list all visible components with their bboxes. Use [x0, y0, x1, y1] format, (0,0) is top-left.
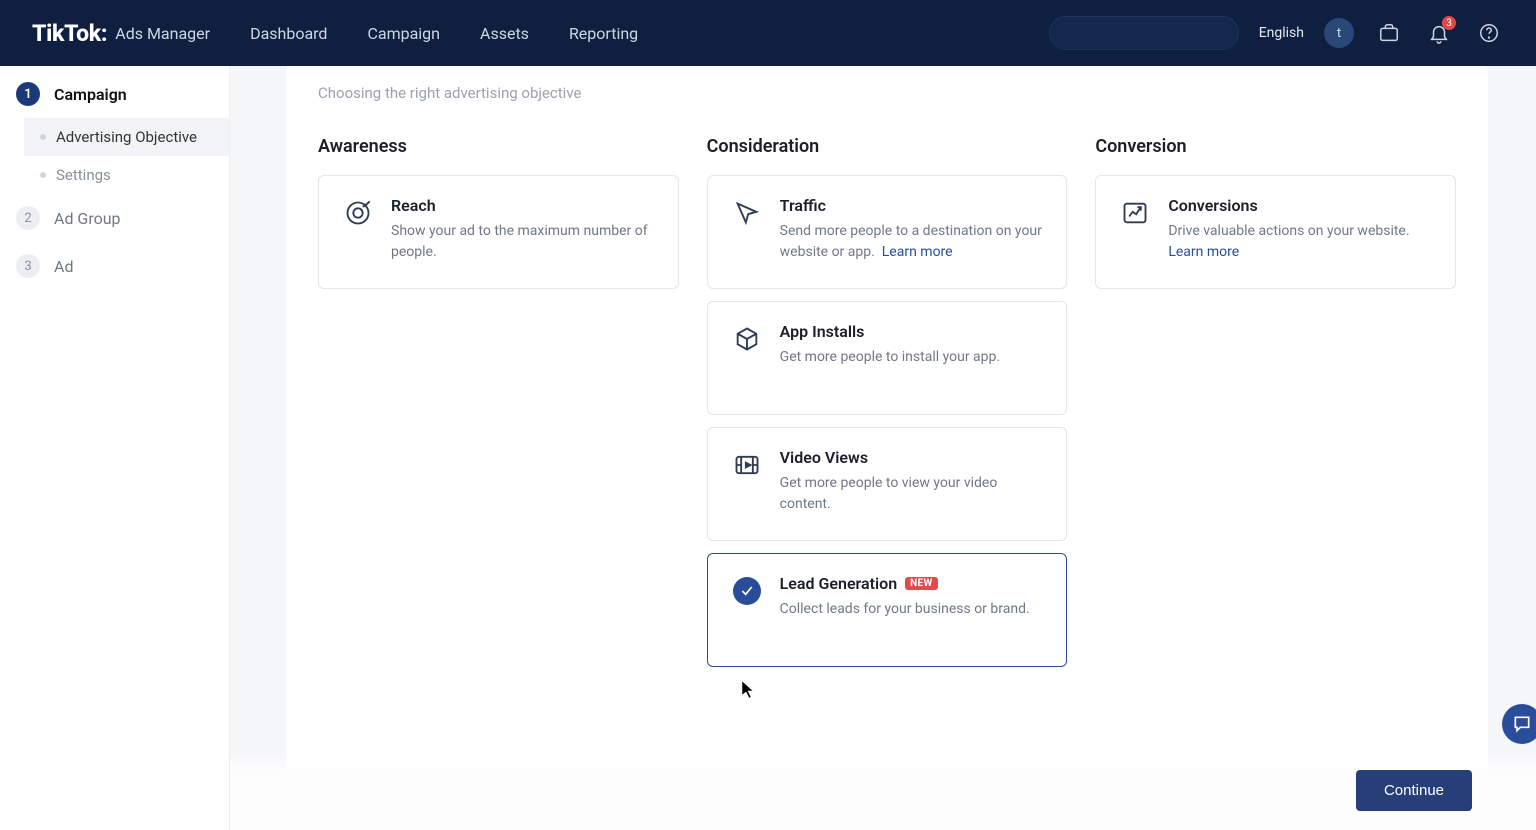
step-ad-group-label: Ad Group	[54, 209, 121, 228]
app-header: TikTok: Ads Manager Dashboard Campaign A…	[0, 0, 1536, 66]
step-ad-group[interactable]: 2 Ad Group	[0, 194, 229, 242]
nav-campaign[interactable]: Campaign	[367, 24, 440, 43]
card-desc: Show your ad to the maximum number of pe…	[391, 221, 658, 263]
column-consideration: Consideration Traffic Send more people t…	[707, 136, 1068, 679]
card-title: Reach	[391, 196, 658, 215]
floating-help-button[interactable]	[1502, 704, 1536, 744]
footer: Continue	[230, 750, 1536, 830]
column-awareness: Awareness Reach Show your ad to the maxi…	[318, 136, 679, 679]
card-title: Traffic	[780, 196, 1047, 215]
notification-badge: 3	[1442, 16, 1456, 30]
brand: TikTok: Ads Manager	[32, 20, 210, 47]
nav-reporting[interactable]: Reporting	[569, 24, 638, 43]
substep-settings[interactable]: Settings	[24, 156, 229, 194]
card-traffic[interactable]: Traffic Send more people to a destinatio…	[707, 175, 1068, 289]
avatar[interactable]: t	[1324, 18, 1354, 48]
column-conversion: Conversion Conversions Drive valuable ac…	[1095, 136, 1456, 679]
learn-more-link[interactable]: Learn more	[882, 244, 953, 260]
brand-text: TikTok:	[32, 20, 107, 47]
step-campaign[interactable]: 1 Campaign	[0, 70, 229, 118]
heading-awareness: Awareness	[318, 136, 679, 157]
card-desc: Collect leads for your business or brand…	[780, 599, 1047, 620]
dot-icon	[40, 134, 46, 140]
header-right: English t 3	[1049, 16, 1504, 50]
new-badge: NEW	[905, 577, 937, 590]
card-desc: Get more people to install your app.	[780, 347, 1047, 368]
help-icon[interactable]	[1474, 18, 1504, 48]
card-title: Lead Generation NEW	[780, 574, 1047, 593]
sidebar: 1 Campaign Advertising Objective Setting…	[0, 66, 230, 830]
heading-consideration: Consideration	[707, 136, 1068, 157]
checkmark-circle-icon	[732, 576, 762, 606]
card-video-views[interactable]: Video Views Get more people to view your…	[707, 427, 1068, 541]
card-title: Conversions	[1168, 196, 1435, 215]
video-icon	[732, 450, 762, 480]
chart-icon	[1120, 198, 1150, 228]
nav-assets[interactable]: Assets	[480, 24, 529, 43]
continue-button[interactable]: Continue	[1356, 770, 1472, 811]
substep-advertising-objective[interactable]: Advertising Objective	[24, 118, 229, 156]
card-desc: Get more people to view your video conte…	[780, 473, 1047, 515]
card-title: Video Views	[780, 448, 1047, 467]
card-title: App Installs	[780, 322, 1047, 341]
card-lead-generation[interactable]: Lead Generation NEW Collect leads for yo…	[707, 553, 1068, 667]
page-subtitle: Choosing the right advertising objective	[318, 84, 1456, 102]
briefcase-icon[interactable]	[1374, 18, 1404, 48]
card-app-installs[interactable]: App Installs Get more people to install …	[707, 301, 1068, 415]
bell-icon[interactable]: 3	[1424, 18, 1454, 48]
brand-subtext: Ads Manager	[115, 24, 210, 43]
target-icon	[343, 198, 373, 228]
language-selector[interactable]: English	[1259, 25, 1304, 41]
box-icon	[732, 324, 762, 354]
step-ad[interactable]: 3 Ad	[0, 242, 229, 290]
card-desc: Send more people to a destination on you…	[780, 221, 1047, 263]
nav-dashboard[interactable]: Dashboard	[250, 24, 327, 43]
card-conversions[interactable]: Conversions Drive valuable actions on yo…	[1095, 175, 1456, 289]
cursor-icon	[732, 198, 762, 228]
main-panel: Choosing the right advertising objective…	[286, 66, 1488, 830]
dot-icon	[40, 172, 46, 178]
account-selector[interactable]	[1049, 16, 1239, 50]
top-nav: Dashboard Campaign Assets Reporting	[250, 24, 638, 43]
heading-conversion: Conversion	[1095, 136, 1456, 157]
learn-more-link[interactable]: Learn more	[1168, 244, 1239, 260]
card-desc: Drive valuable actions on your website. …	[1168, 221, 1435, 263]
step-ad-label: Ad	[54, 257, 73, 276]
step-campaign-label: Campaign	[54, 85, 127, 104]
card-reach[interactable]: Reach Show your ad to the maximum number…	[318, 175, 679, 289]
